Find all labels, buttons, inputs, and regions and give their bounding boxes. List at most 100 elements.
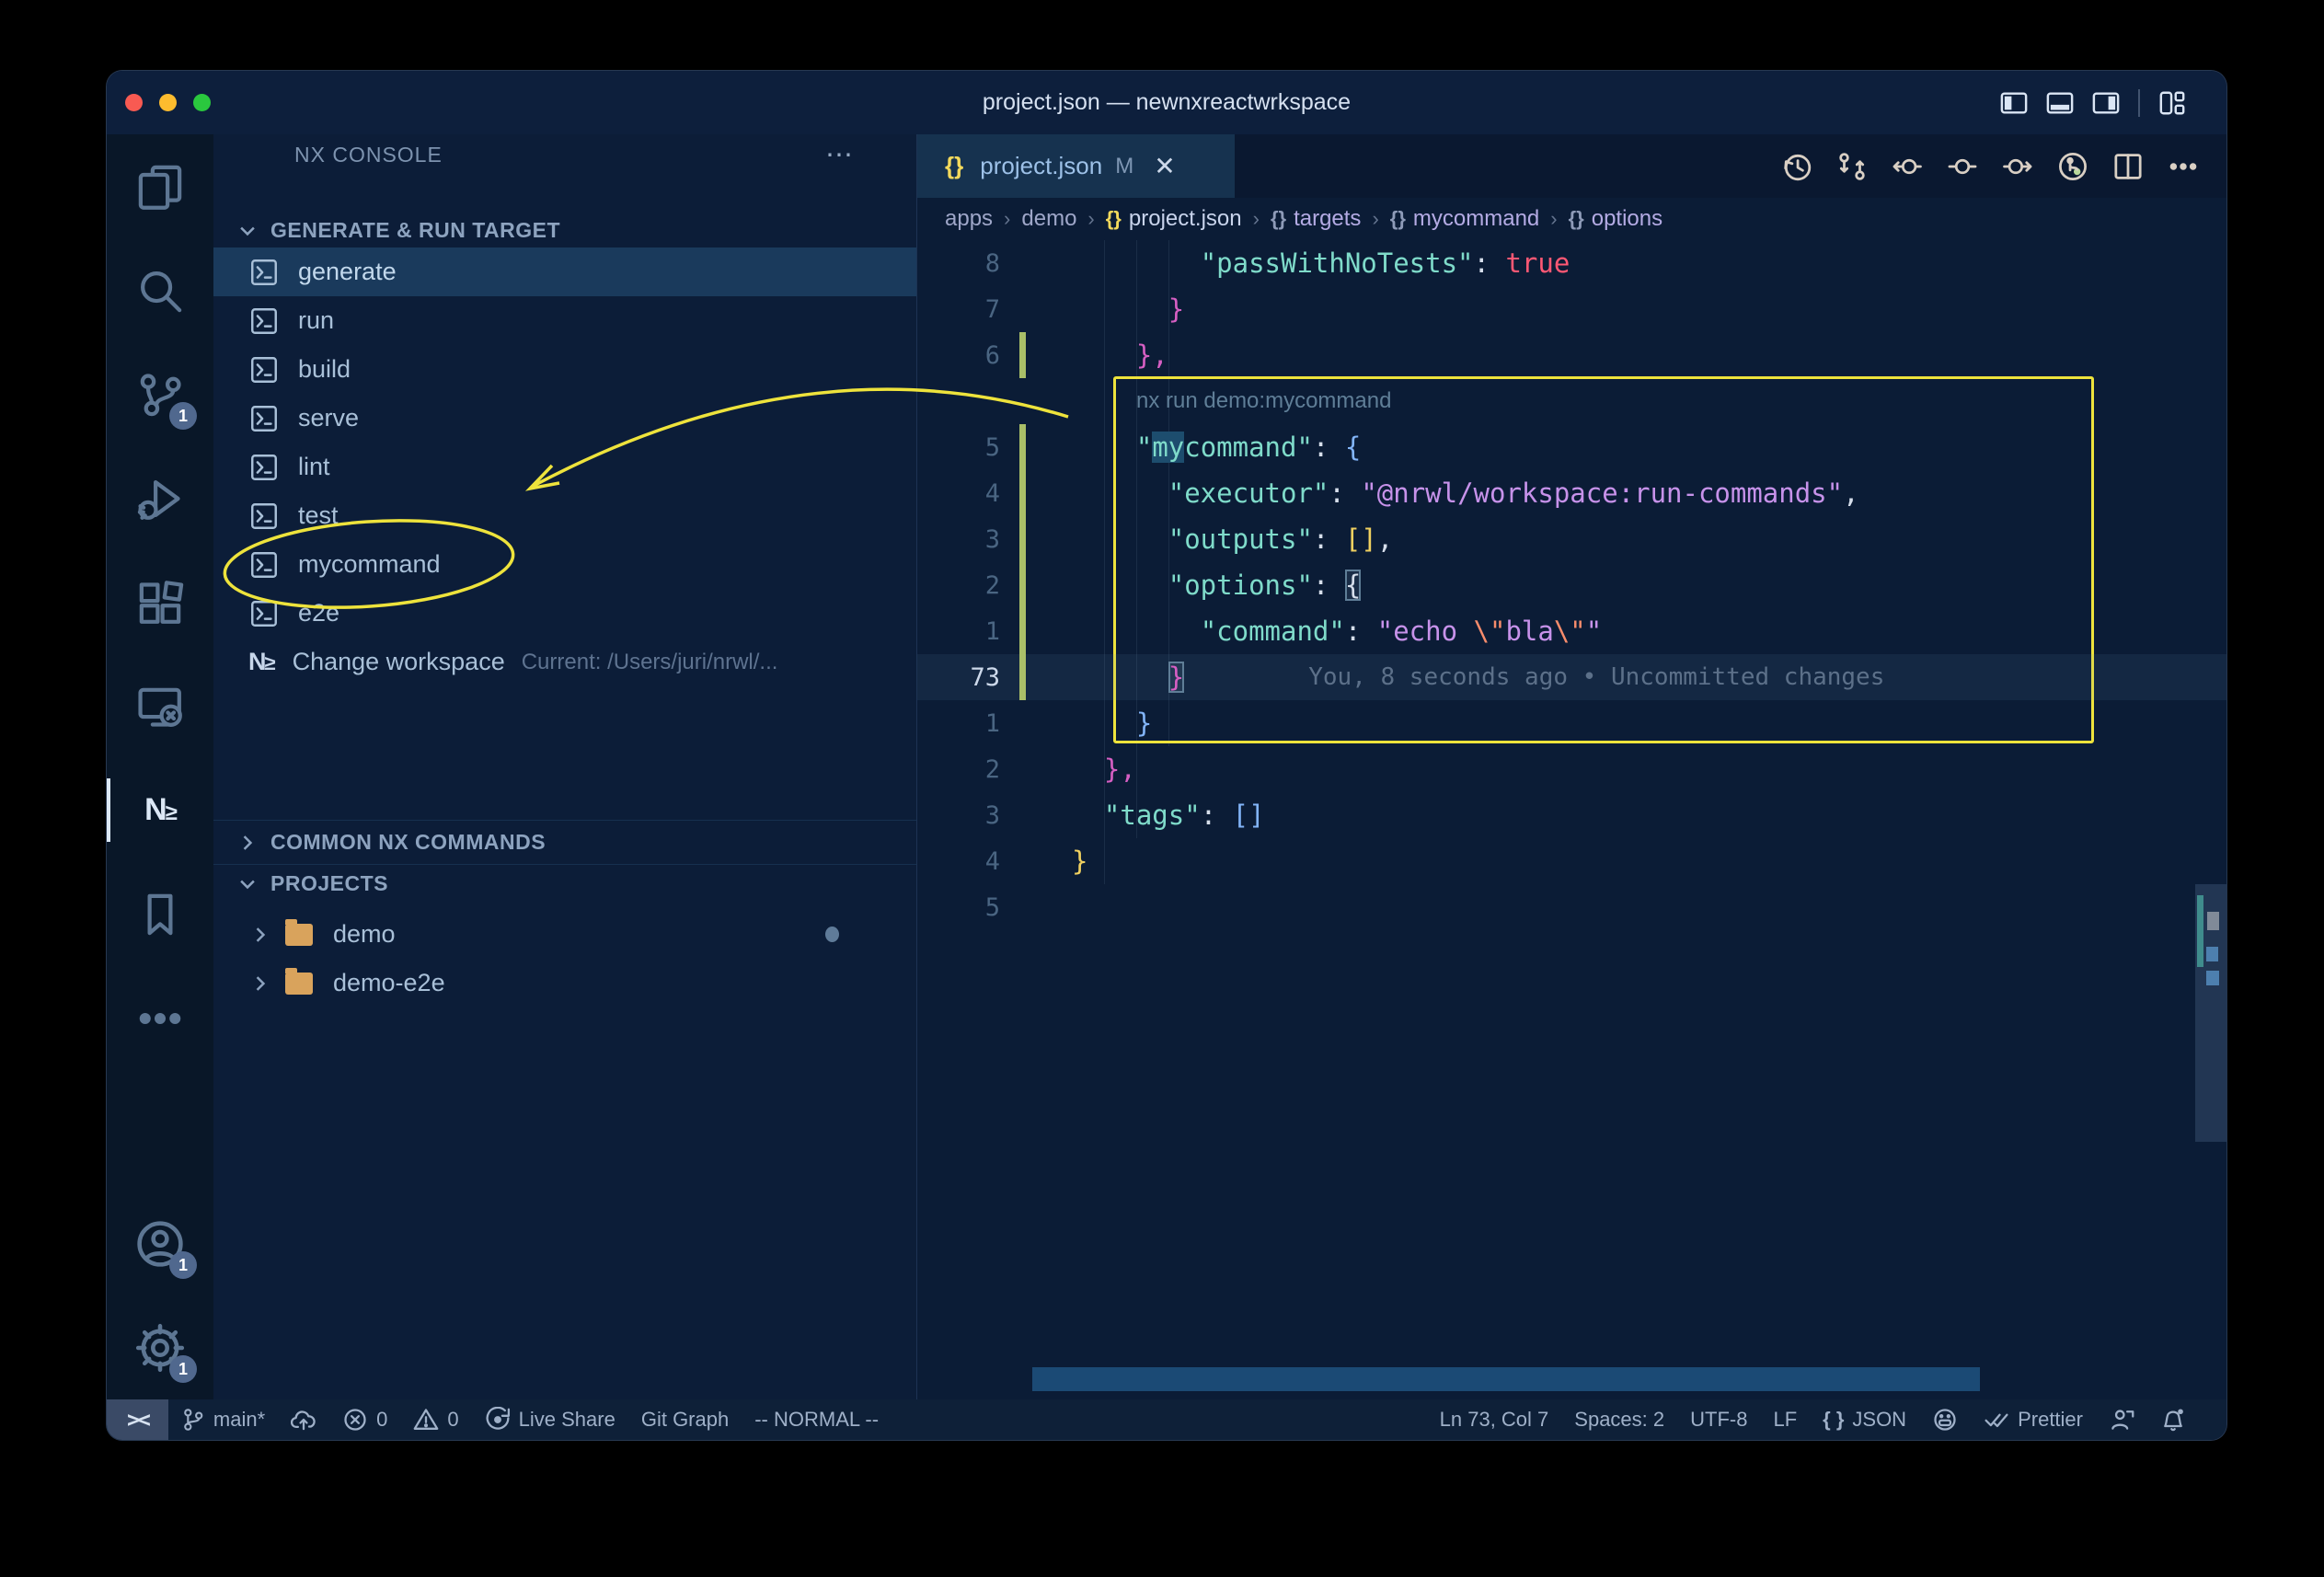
code-line: 1 "command": "echo \"bla\"" — [917, 608, 2226, 654]
status-live-share[interactable]: Live Share — [485, 1399, 616, 1440]
activity-item-nx-console[interactable]: N≥ — [107, 758, 213, 862]
activity-item-explorer[interactable] — [107, 134, 213, 238]
section-projects[interactable]: PROJECTS — [213, 867, 916, 901]
status-label: LF — [1773, 1408, 1797, 1432]
tab-close-icon[interactable]: ✕ — [1154, 151, 1175, 181]
section-common-nx-commands[interactable]: COMMON NX COMMANDS — [213, 820, 916, 865]
activity-item-settings[interactable]: 1 — [107, 1295, 213, 1399]
status-encoding[interactable]: UTF-8 — [1690, 1399, 1747, 1440]
activity-item-source-control[interactable]: 1 — [107, 342, 213, 446]
status-errors[interactable]: 0 — [342, 1399, 387, 1440]
status-feedback[interactable] — [1932, 1399, 1958, 1440]
split-editor-icon[interactable] — [2112, 151, 2144, 182]
codelens-row[interactable]: nx run demo:mycommand — [917, 378, 2226, 424]
terminal-icon — [250, 356, 278, 384]
code-token: bla — [1505, 616, 1553, 647]
status-language-mode[interactable]: { }JSON — [1823, 1399, 1906, 1440]
gutter-modified-indicator — [1019, 516, 1026, 562]
activity-item-remote-explorer[interactable] — [107, 654, 213, 758]
target-item-test[interactable]: test — [213, 491, 916, 540]
horizontal-scrollbar[interactable] — [1032, 1367, 1980, 1391]
previous-change-icon[interactable] — [1892, 151, 1923, 182]
breadcrumb-item-demo[interactable]: demo — [1021, 206, 1076, 232]
target-item-generate[interactable]: generate — [213, 247, 916, 296]
status-indentation[interactable]: Spaces: 2 — [1574, 1399, 1664, 1440]
toggle-panel-icon[interactable] — [2046, 89, 2074, 117]
code-line-content: "tags": [] — [1072, 800, 1265, 831]
code-token — [1072, 754, 1104, 785]
more-actions-icon[interactable] — [2168, 151, 2199, 182]
status-prettier[interactable]: Prettier — [1984, 1399, 2083, 1440]
toggle-secondary-sidebar-icon[interactable] — [2092, 89, 2120, 117]
status-git-branch[interactable]: main* — [181, 1399, 265, 1440]
status-warnings[interactable]: 0 — [413, 1399, 458, 1440]
gutter-modified-indicator — [1019, 424, 1026, 470]
customize-layout-icon[interactable] — [2158, 89, 2186, 117]
vertical-scrollbar[interactable] — [2195, 884, 2226, 1142]
overview-ruler-mark — [2206, 971, 2219, 985]
nx-console-sidebar: NX CONSOLE ⋯ GENERATE & RUN TARGET gener… — [213, 134, 917, 1399]
code-token: } — [1168, 294, 1184, 325]
code-token: : — [1201, 800, 1216, 831]
status-notifications[interactable] — [2160, 1399, 2186, 1440]
activity-bar-spacer — [107, 1070, 213, 1191]
gutter-modified-indicator — [1019, 608, 1026, 654]
project-item-demo-e2e[interactable]: demo-e2e — [213, 959, 916, 1007]
zoom-button[interactable] — [193, 94, 211, 111]
code-token — [1329, 432, 1344, 463]
activity-item-bookmarks[interactable] — [107, 862, 213, 966]
braces-icon: {} — [1271, 207, 1286, 231]
chevron-right-icon[interactable] — [250, 925, 270, 945]
tab-project-json[interactable]: {} project.json M ✕ — [917, 134, 1235, 198]
breadcrumb-item-project.json[interactable]: {}project.json — [1106, 206, 1242, 232]
minimize-button[interactable] — [159, 94, 177, 111]
status-cursor-position[interactable]: Ln 73, Col 7 — [1440, 1399, 1549, 1440]
open-changes-icon[interactable] — [1836, 151, 1868, 182]
code-token: : — [1313, 432, 1329, 463]
activity-item-additional-views[interactable] — [107, 966, 213, 1070]
project-item-demo[interactable]: demo — [213, 910, 916, 959]
section-generate-run-target[interactable]: GENERATE & RUN TARGET — [213, 213, 916, 247]
toggle-primary-sidebar-icon[interactable] — [2000, 89, 2028, 117]
status-user-status[interactable] — [2109, 1399, 2134, 1440]
code-line: 3 "outputs": [], — [917, 516, 2226, 562]
status-eol[interactable]: LF — [1773, 1399, 1797, 1440]
status-vim-mode[interactable]: -- NORMAL -- — [754, 1399, 879, 1440]
activity-item-run-and-debug[interactable] — [107, 446, 213, 550]
activity-item-accounts[interactable]: 1 — [107, 1191, 213, 1295]
breadcrumb-separator-icon: › — [1087, 207, 1094, 231]
breadcrumb-item-targets[interactable]: {}targets — [1271, 206, 1362, 232]
status-git-graph[interactable]: Git Graph — [641, 1399, 729, 1440]
braces-icon: {} — [1106, 207, 1122, 231]
close-button[interactable] — [125, 94, 143, 111]
target-item-serve[interactable]: serve — [213, 394, 916, 443]
activity-item-search[interactable] — [107, 238, 213, 342]
change-workspace-item[interactable]: N≥ Change workspace Current: /Users/juri… — [213, 638, 916, 686]
breadcrumb-item-options[interactable]: {}options — [1569, 206, 1663, 232]
breadcrumb-item-mycommand[interactable]: {}mycommand — [1390, 206, 1540, 232]
breadcrumb-separator-icon: › — [1372, 207, 1378, 231]
target-item-run[interactable]: run — [213, 296, 916, 345]
status-label: Ln 73, Col 7 — [1440, 1408, 1549, 1432]
target-item-build[interactable]: build — [213, 345, 916, 394]
sidebar-more-actions-icon[interactable]: ⋯ — [825, 139, 856, 171]
target-item-e2e[interactable]: e2e — [213, 589, 916, 638]
target-item-mycommand[interactable]: mycommand — [213, 540, 916, 589]
breadcrumb-item-apps[interactable]: apps — [945, 206, 993, 232]
code-editor[interactable]: 8 "passWithNoTests": true7 }6 },nx run d… — [917, 240, 2226, 1399]
next-change-icon[interactable] — [2002, 151, 2033, 182]
code-token: "options" — [1168, 570, 1313, 601]
commit-graph-icon[interactable] — [2057, 151, 2088, 182]
status-remote-indicator[interactable]: >< — [107, 1399, 168, 1440]
status-label: Live Share — [519, 1408, 616, 1432]
change-icon[interactable] — [1947, 151, 1978, 182]
warning-icon — [413, 1407, 439, 1433]
codelens-command[interactable]: nx run demo:mycommand — [1136, 388, 1391, 414]
history-icon[interactable] — [1781, 151, 1812, 182]
code-token — [1072, 800, 1104, 831]
project-label: demo-e2e — [333, 969, 445, 997]
target-item-lint[interactable]: lint — [213, 443, 916, 491]
chevron-right-icon[interactable] — [250, 973, 270, 994]
activity-item-extensions[interactable] — [107, 550, 213, 654]
status-publish[interactable] — [291, 1399, 316, 1440]
